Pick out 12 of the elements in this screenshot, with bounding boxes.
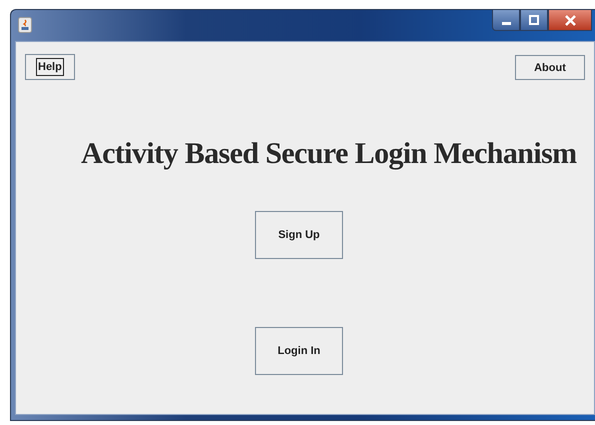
minimize-button[interactable] <box>492 10 520 31</box>
app-heading: Activity Based Secure Login Mechanism <box>81 137 578 171</box>
close-button[interactable] <box>548 10 592 31</box>
maximize-button[interactable] <box>520 10 548 31</box>
about-button[interactable]: About <box>515 55 585 80</box>
maximize-icon <box>529 15 539 25</box>
login-button[interactable]: Login In <box>255 327 343 375</box>
sign-up-button[interactable]: Sign Up <box>255 211 343 259</box>
app-icon <box>18 17 32 33</box>
help-button[interactable]: Help <box>25 54 75 80</box>
close-icon <box>564 14 576 26</box>
minimize-icon <box>502 22 510 25</box>
